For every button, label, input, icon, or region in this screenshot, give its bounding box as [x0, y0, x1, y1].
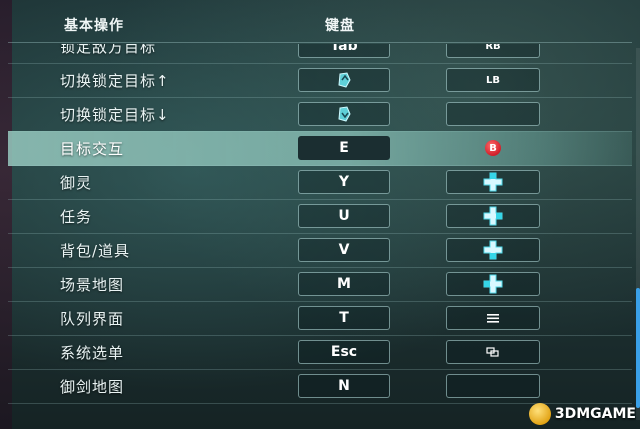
keyboard-key-label: E — [339, 140, 349, 156]
binding-row[interactable]: 队列界面 T — [8, 301, 632, 336]
keyboard-key-slot[interactable]: N — [298, 374, 390, 398]
keyboard-key-slot[interactable]: Tab — [298, 44, 390, 58]
keyboard-key-slot[interactable]: U — [298, 204, 390, 228]
binding-action-label: 切换锁定目标↑ — [60, 72, 170, 90]
gamepad-button-slot[interactable] — [446, 306, 540, 330]
watermark-logo-icon — [528, 403, 551, 425]
gamepad-button-slot[interactable]: B — [446, 136, 540, 160]
keyboard-key-slot[interactable] — [298, 102, 390, 126]
binding-row[interactable]: 切换锁定目标↑ LB — [8, 63, 632, 98]
gamepad-button-slot[interactable] — [446, 204, 540, 228]
menu-icon — [487, 314, 499, 323]
mouse-wheel-up-icon — [338, 72, 351, 88]
b-button-icon: B — [485, 140, 501, 156]
binding-action-label: 背包/道具 — [60, 242, 131, 260]
table-header: 基本操作 键盘 — [8, 8, 632, 43]
keyboard-key-label: U — [338, 208, 350, 224]
keyboard-key-label: V — [338, 242, 350, 258]
watermark: 3DMGAME — [528, 403, 636, 425]
binding-row[interactable]: 御剑地图 N — [8, 369, 632, 404]
keyboard-key-label: Y — [338, 174, 350, 190]
binding-row[interactable]: 系统选单 Esc — [8, 335, 632, 370]
binding-action-label: 御剑地图 — [60, 378, 125, 396]
keyboard-key-slot[interactable]: E — [298, 136, 390, 160]
binding-row[interactable]: 场景地图 M — [8, 267, 632, 302]
binding-action-label: 切换锁定目标↓ — [60, 106, 170, 124]
keyboard-key-label: Esc — [330, 344, 358, 360]
binding-list: 锁定敌方目标 Tab RB 切换锁定目标↑ LB 切换锁定目标↓ 目标交互 E B 御灵 Y 任务 U 背… — [8, 44, 632, 429]
dpad-down-icon — [483, 240, 503, 260]
scrollbar-thumb[interactable] — [636, 288, 640, 408]
binding-row[interactable]: 切换锁定目标↓ — [8, 97, 632, 132]
binding-action-label: 系统选单 — [60, 344, 125, 362]
controls-panel: 基本操作 键盘 锁定敌方目标 Tab RB 切换锁定目标↑ LB 切换锁定目标↓ 目标交互 E… — [8, 0, 640, 429]
gamepad-button-slot[interactable] — [446, 238, 540, 262]
binding-row[interactable]: 锁定敌方目标 Tab RB — [8, 44, 632, 64]
dpad-left-icon — [483, 274, 503, 294]
view-icon — [486, 347, 499, 357]
binding-row[interactable]: 任务 U — [8, 199, 632, 234]
keyboard-key-label: M — [337, 276, 351, 292]
keyboard-key-slot[interactable]: M — [298, 272, 390, 296]
keyboard-key-slot[interactable]: V — [298, 238, 390, 262]
keyboard-key-label: Tab — [330, 44, 358, 54]
gamepad-button-slot[interactable] — [446, 170, 540, 194]
keyboard-key-slot[interactable] — [298, 68, 390, 92]
gamepad-button-label: LB — [486, 74, 500, 86]
binding-action-label: 队列界面 — [60, 310, 125, 328]
keyboard-key-slot[interactable]: Y — [298, 170, 390, 194]
binding-action-label: 御灵 — [60, 174, 93, 192]
dpad-right-icon — [483, 206, 503, 226]
gamepad-button-slot[interactable] — [446, 374, 540, 398]
gamepad-button-slot[interactable] — [446, 340, 540, 364]
keyboard-key-label: T — [339, 310, 349, 326]
binding-row[interactable]: 御灵 Y — [8, 165, 632, 200]
gamepad-button-slot[interactable]: RB — [446, 44, 540, 58]
keyboard-key-label: N — [338, 378, 350, 394]
watermark-text: 3DMGAME — [554, 406, 636, 422]
column-header-action: 基本操作 — [64, 18, 124, 34]
binding-action-label: 锁定敌方目标 — [60, 44, 157, 56]
keyboard-key-slot[interactable]: T — [298, 306, 390, 330]
binding-action-label: 目标交互 — [60, 140, 125, 158]
binding-row[interactable]: 背包/道具 V — [8, 233, 632, 268]
gamepad-button-slot[interactable] — [446, 272, 540, 296]
gamepad-button-slot[interactable]: LB — [446, 68, 540, 92]
column-header-keyboard: 键盘 — [325, 18, 355, 34]
keyboard-key-slot[interactable]: Esc — [298, 340, 390, 364]
binding-row[interactable]: 目标交互 E B — [8, 131, 632, 166]
gamepad-button-label: RB — [485, 44, 501, 52]
mouse-wheel-down-icon — [338, 106, 351, 122]
binding-action-label: 任务 — [60, 208, 93, 226]
gamepad-button-slot[interactable] — [446, 102, 540, 126]
dpad-up-icon — [483, 172, 503, 192]
binding-action-label: 场景地图 — [60, 276, 125, 294]
